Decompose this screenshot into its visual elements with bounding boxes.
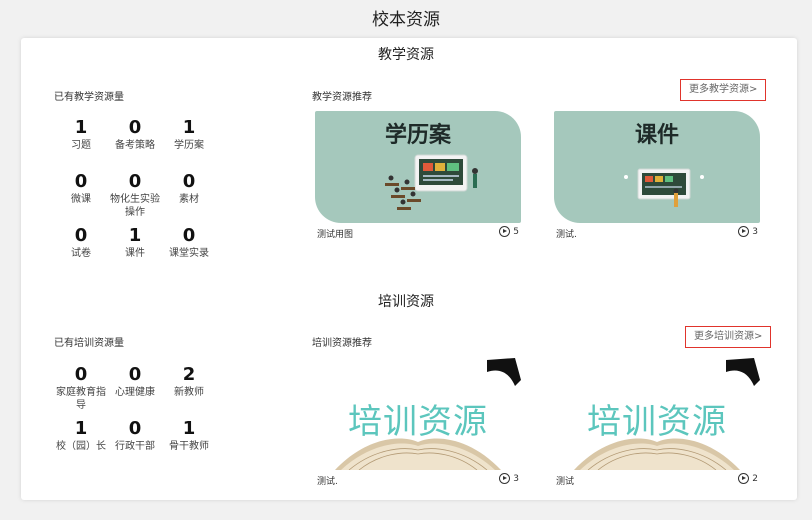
view-count: 5 <box>513 226 519 237</box>
play-circle-icon <box>738 473 750 484</box>
stat-item[interactable]: 2 新教师 <box>162 364 216 418</box>
training-stats-grid: 0 家庭教育指导 0 心理健康 2 新教师 1 校（园）长 0 行政干部 1 骨干教师 <box>54 364 216 472</box>
card-name: 测试 <box>556 477 575 487</box>
classroom-illustration-icon <box>385 154 478 210</box>
stat-item[interactable]: 1 骨干教师 <box>162 418 216 472</box>
play-circle-icon <box>738 226 750 237</box>
stat-value: 0 <box>128 418 142 439</box>
card-name: 测试用图 <box>317 230 354 240</box>
stat-label: 学历案 <box>174 140 204 151</box>
stat-item[interactable]: 1 课件 <box>108 225 162 279</box>
stat-label: 骨干教师 <box>169 441 209 452</box>
teaching-stats-label: 已有教学资源量 <box>54 92 124 103</box>
play-circle-icon <box>499 226 511 237</box>
stat-item[interactable]: 1 学历案 <box>162 117 216 171</box>
view-count: 2 <box>752 473 758 484</box>
stat-item[interactable]: 0 试卷 <box>54 225 108 279</box>
stat-item[interactable]: 0 备考策略 <box>108 117 162 171</box>
stat-label: 物化生实验操作 <box>110 194 160 218</box>
stat-item[interactable]: 0 家庭教育指导 <box>54 364 108 418</box>
stat-item[interactable]: 0 微课 <box>54 171 108 225</box>
training-section-title: 培训资源 <box>378 294 434 310</box>
open-book-illustration-icon <box>335 438 501 470</box>
card-thumbnail[interactable]: 学历案 <box>315 111 521 223</box>
more-teaching-resources-link[interactable]: 更多教学资源> <box>680 79 767 101</box>
stat-label: 课件 <box>125 248 145 259</box>
card-name: 测试. <box>556 230 577 240</box>
stat-value: 0 <box>128 171 142 192</box>
training-recommend-label: 培训资源推荐 <box>312 338 372 349</box>
card-thumbnail[interactable]: 培训资源 <box>554 358 760 470</box>
stat-value: 1 <box>74 117 88 138</box>
stat-value: 0 <box>74 364 88 385</box>
card-meta: 测试 2 <box>554 472 760 488</box>
blackboard-illustration-icon <box>624 168 704 207</box>
teaching-recommend-label: 教学资源推荐 <box>312 92 372 103</box>
stat-value: 0 <box>74 225 88 246</box>
stat-value: 0 <box>128 117 142 138</box>
open-book-illustration-icon <box>574 438 740 470</box>
page-title: 校本资源 <box>372 10 440 30</box>
view-count: 3 <box>513 473 519 484</box>
card-views: 5 <box>499 226 519 237</box>
more-training-resources-link[interactable]: 更多培训资源> <box>685 326 772 348</box>
stat-label: 课堂实录 <box>169 248 209 259</box>
stat-value: 0 <box>74 171 88 192</box>
teaching-section-title: 教学资源 <box>378 47 434 63</box>
card-meta: 测试用图 5 <box>315 225 521 241</box>
card-name: 测试. <box>317 477 338 487</box>
card-thumbnail[interactable]: 培训资源 <box>315 358 521 470</box>
stat-value: 0 <box>182 171 196 192</box>
card-views: 3 <box>738 226 758 237</box>
stat-label: 校（园）长 <box>56 441 106 452</box>
stat-value: 1 <box>74 418 88 439</box>
stat-label: 备考策略 <box>115 140 155 151</box>
stat-item[interactable]: 0 物化生实验操作 <box>108 171 162 225</box>
stat-value: 0 <box>128 364 142 385</box>
stat-item[interactable]: 0 课堂实录 <box>162 225 216 279</box>
teaching-card[interactable]: 课件 测试. 3 <box>554 111 760 241</box>
stat-item[interactable]: 0 行政干部 <box>108 418 162 472</box>
teaching-card[interactable]: 学历案 测试用图 5 <box>315 111 521 241</box>
stat-label: 新教师 <box>174 387 204 398</box>
stat-item[interactable]: 1 习题 <box>54 117 108 171</box>
stat-item[interactable]: 0 心理健康 <box>108 364 162 418</box>
training-card[interactable]: 培训资源 测试 2 <box>554 358 760 488</box>
card-meta: 测试. 3 <box>315 472 521 488</box>
play-circle-icon <box>499 473 511 484</box>
card-views: 2 <box>738 473 758 484</box>
stat-value: 1 <box>182 418 196 439</box>
stat-value: 1 <box>182 117 196 138</box>
stat-value: 1 <box>128 225 142 246</box>
stat-label: 习题 <box>71 140 91 151</box>
stat-label: 素材 <box>179 194 199 205</box>
stat-item[interactable]: 1 校（园）长 <box>54 418 108 472</box>
stat-label: 行政干部 <box>115 441 155 452</box>
stat-label: 试卷 <box>71 248 91 259</box>
stat-label: 心理健康 <box>115 387 155 398</box>
stat-label: 微课 <box>71 194 91 205</box>
stat-value: 2 <box>182 364 196 385</box>
view-count: 3 <box>752 226 758 237</box>
card-thumbnail[interactable]: 课件 <box>554 111 760 223</box>
stat-label: 家庭教育指导 <box>56 387 106 411</box>
stat-item[interactable]: 0 素材 <box>162 171 216 225</box>
training-stats-label: 已有培训资源量 <box>54 338 124 349</box>
stat-value: 0 <box>182 225 196 246</box>
card-meta: 测试. 3 <box>554 225 760 241</box>
card-views: 3 <box>499 473 519 484</box>
teaching-stats-grid: 1 习题 0 备考策略 1 学历案 0 微课 0 物化生实验操作 0 素材 0 试卷 1 课件 … <box>54 117 216 279</box>
training-card[interactable]: 培训资源 测试. 3 <box>315 358 521 488</box>
